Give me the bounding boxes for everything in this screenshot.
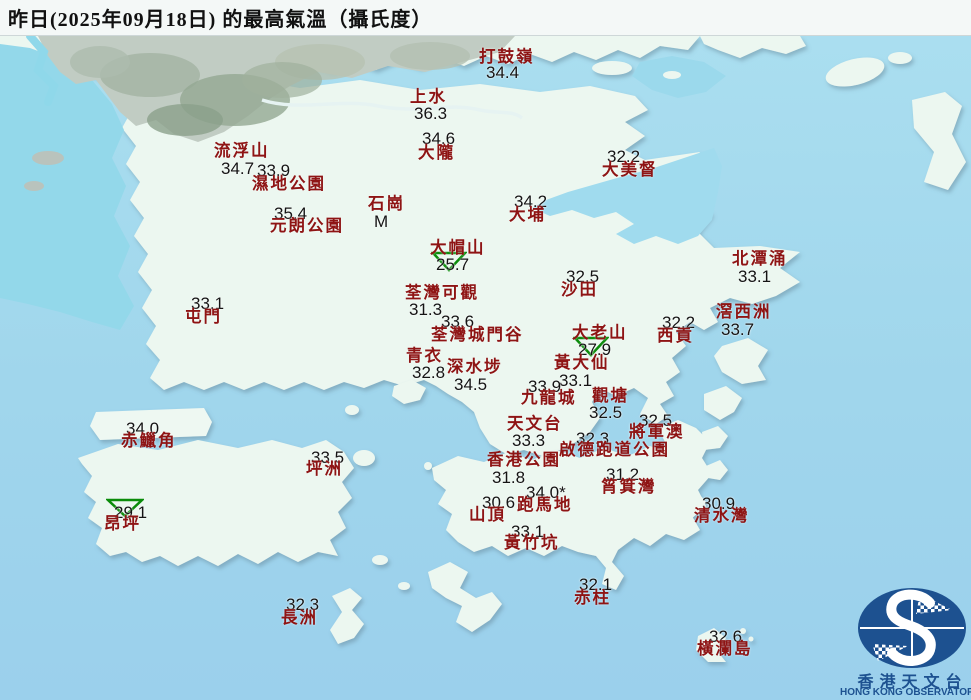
station-name-sheung-shui: 上水 [410,89,447,106]
station-value-shek-kong: M [374,213,388,230]
station-value-tai-mo-shan: 25.7 [436,256,469,273]
station-name-wong-tai-sin: 黃大仙 [554,355,610,372]
station-value-pak-tam-chung: 33.1 [738,268,771,285]
station-value-lau-fau-shan: 34.7 [221,160,254,177]
station-name-kai-tak-runway-park: 啟德跑道公園 [559,442,670,459]
station-name-ngong-ping: 昂坪 [104,516,141,533]
hko-logo [858,588,966,668]
station-name-kwun-tong: 觀塘 [592,388,629,405]
station-name-lau-fau-shan: 流浮山 [214,143,270,160]
station-name-tsing-yi: 青衣 [406,348,443,365]
station-name-ta-kwu-ling: 打鼓嶺 [479,49,535,66]
station-value-tsing-yi: 32.8 [412,364,445,381]
station-name-kowloon-city: 九龍城 [521,390,577,407]
station-name-sham-shui-po: 深水埗 [447,359,503,376]
station-value-tsuen-wan-ho-koon: 31.3 [409,301,442,318]
station-name-chek-lap-kok: 赤鱲角 [121,433,177,450]
station-value-ta-kwu-ling: 34.4 [486,64,519,81]
station-name-hong-kong-park: 香港公園 [487,452,561,469]
station-name-cheung-chau: 長洲 [281,610,318,627]
ma-wan-island [345,405,359,415]
station-name-tseung-kwan-o: 將軍澳 [629,424,685,441]
hko-logo-english-text: HONG KONG OBSERVATORY [840,687,971,698]
station-value-observatory: 33.3 [512,432,545,449]
station-name-clear-water-bay: 清水灣 [694,508,750,525]
station-value-kwun-tong: 32.5 [589,404,622,421]
deep-bay-islet-2 [24,181,44,191]
station-name-the-peak: 山頂 [469,507,506,524]
deep-bay-islet [32,151,64,165]
hei-ling-chau-island [372,555,388,565]
station-name-tai-mo-shan: 大帽山 [430,240,486,257]
station-value-wong-tai-sin: 33.1 [559,372,592,389]
station-name-shau-kei-wan: 筲箕灣 [601,479,657,496]
northeast-islet [888,52,912,64]
station-value-sheung-shui: 36.3 [414,105,447,122]
station-name-peng-chau: 坪洲 [306,461,343,478]
map-title-bar: 昨日(2025年09月18日) 的最高氣溫（攝氏度） [0,0,971,36]
station-name-stanley: 赤柱 [574,590,611,607]
station-name-tai-po: 大埔 [509,207,546,224]
harbour-islet [424,462,432,470]
station-value-kau-sai-chau: 33.7 [721,321,754,338]
station-name-sha-tin: 沙田 [561,282,598,299]
station-name-wetland-park: 濕地公園 [252,176,326,193]
station-name-waglan-island: 橫瀾島 [697,641,753,658]
station-name-tsuen-wan-shing-mun-valley: 荃灣城門谷 [431,327,524,344]
station-name-happy-valley: 跑馬地 [517,497,573,514]
peng-chau-island [353,450,375,466]
starling-inlet-island [663,71,681,79]
station-value-hong-kong-park: 31.8 [492,469,525,486]
station-name-tai-mei-tuk: 大美督 [602,162,658,179]
map-title: 昨日(2025年09月18日) 的最高氣溫（攝氏度） [0,3,432,32]
station-name-tuen-mun: 屯門 [185,309,222,326]
station-name-tsuen-wan-ho-koon: 荃灣可觀 [405,285,479,302]
starling-inlet-shore-island [592,61,632,75]
station-name-shek-kong: 石崗 [368,196,405,213]
station-name-ta-lung: 大隴 [418,145,455,162]
station-name-observatory: 天文台 [507,416,563,433]
station-name-sai-kung: 西貢 [657,328,694,345]
station-name-kau-sai-chau: 滘西洲 [716,304,772,321]
station-name-yuen-long-park: 元朗公園 [270,218,344,235]
shek-kwu-chau-island [398,582,410,590]
station-name-pak-tam-chung: 北潭涌 [732,251,788,268]
station-name-tates-cairn: 大老山 [572,325,628,342]
station-name-wong-chuk-hang: 黃竹坑 [504,535,560,552]
station-value-sham-shui-po: 34.5 [454,376,487,393]
hko-max-temperature-map: 昨日(2025年09月18日) 的最高氣溫（攝氏度） 34.4打鼓嶺 36.3上水… [0,0,971,700]
hong-kong-map [0,0,971,700]
